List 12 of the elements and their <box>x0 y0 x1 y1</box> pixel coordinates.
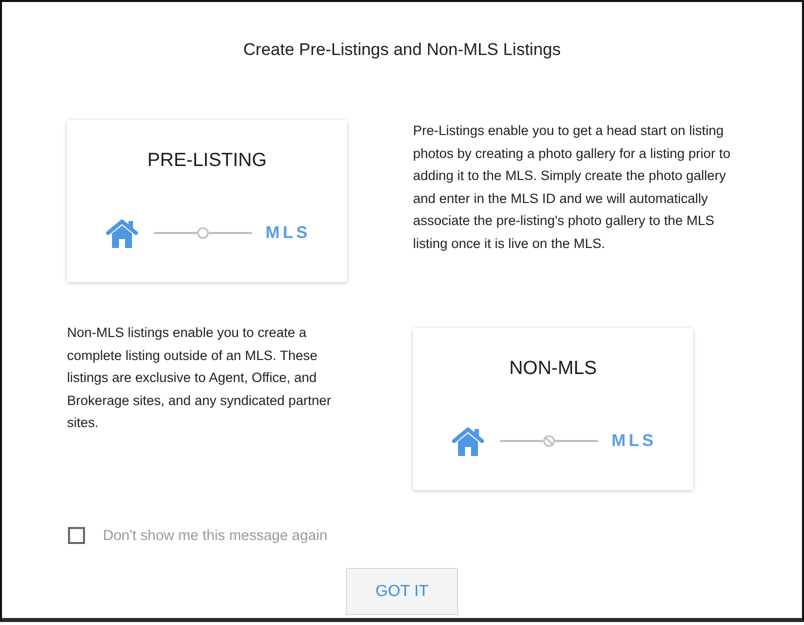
dialog-title: Create Pre-Listings and Non-MLS Listings <box>242 39 562 61</box>
mls-label: MLS <box>612 431 656 451</box>
house-icon <box>450 426 486 456</box>
description-text: Non-MLS listings enable you to create a complete listing outside of an MLS. These listings are exclusive to Agent, Office, and Brokerage sites, and any syndicated partner sites. <box>67 324 332 432</box>
card-title: NON-MLS <box>509 357 597 381</box>
checkbox[interactable] <box>68 527 85 544</box>
got-it-button[interactable]: GOT IT <box>346 568 458 615</box>
house-icon <box>104 218 140 248</box>
description-text: Pre-Listings enable you to get a head start on listing photos by creating a photo gallery for a listing prior to adding it to the MLS. Simply create the photo gallery and enter in the MLS ID and we will automatically associate the pre-listing's photo gallery to the MLS listing once it is live on the MLS. <box>413 122 732 253</box>
card-title: PRE-LISTING <box>147 149 267 173</box>
mls-label: MLS <box>266 223 310 243</box>
checkbox-label: Don't show me this message again <box>103 528 328 544</box>
